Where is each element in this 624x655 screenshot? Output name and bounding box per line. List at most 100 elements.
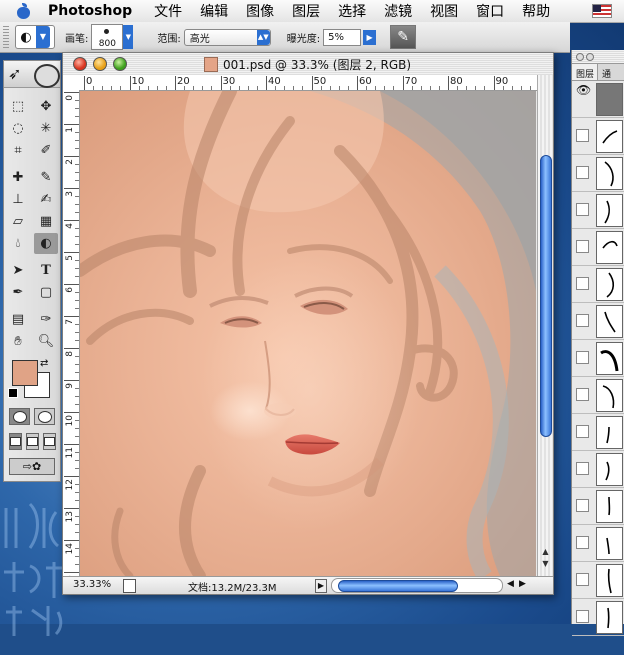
default-colors-icon[interactable] <box>8 388 18 398</box>
history-brush-tool-icon[interactable]: ✍ <box>34 189 58 210</box>
layer-thumbnail[interactable] <box>596 342 623 375</box>
zoom-level[interactable]: 33.33% <box>73 579 111 590</box>
menu-app-photoshop[interactable]: Photoshop <box>42 3 145 19</box>
layer-thumbnail[interactable] <box>596 157 623 190</box>
layers-panel-titlebar[interactable] <box>572 50 624 64</box>
scroll-down-arrow-icon[interactable]: ▼ <box>540 559 551 569</box>
menu-layer[interactable]: 图层 <box>283 1 329 21</box>
healing-brush-tool-icon[interactable]: ✚ <box>6 167 30 188</box>
scroll-right-arrow-icon[interactable]: ▶ <box>519 579 526 589</box>
layer-thumbnail[interactable] <box>596 527 623 560</box>
brush-preview[interactable]: 800 <box>91 24 124 50</box>
ruler-origin[interactable] <box>63 75 81 91</box>
layer-thumbnail[interactable] <box>596 194 623 227</box>
layer-row[interactable] <box>572 118 624 155</box>
screen-mode-full-button[interactable] <box>43 433 56 450</box>
eye-visibility-icon[interactable]: 👁︎ <box>576 83 591 97</box>
blur-tool-icon[interactable]: 💧︎ <box>6 233 30 254</box>
quick-mask-mode-button[interactable] <box>34 408 55 425</box>
layer-thumbnail[interactable] <box>596 453 623 486</box>
layer-row[interactable] <box>572 266 624 303</box>
layer-thumbnail[interactable] <box>596 268 623 301</box>
layer-visibility-checkbox[interactable] <box>576 536 589 549</box>
menu-filter[interactable]: 滤镜 <box>375 1 421 21</box>
document-info-icon[interactable] <box>123 579 136 593</box>
layer-thumbnail[interactable] <box>596 564 623 597</box>
layer-visibility-checkbox[interactable] <box>576 462 589 475</box>
layer-visibility-checkbox[interactable] <box>576 388 589 401</box>
clone-stamp-tool-icon[interactable]: ⊥ <box>6 189 30 210</box>
layer-row[interactable] <box>572 377 624 414</box>
tab-channels[interactable]: 通 <box>598 64 614 80</box>
layer-row[interactable] <box>572 340 624 377</box>
slice-tool-icon[interactable]: ✐ <box>34 140 58 161</box>
layer-visibility-checkbox[interactable] <box>576 277 589 290</box>
layer-thumbnail[interactable] <box>596 231 623 264</box>
pen-tool-icon[interactable]: ✒ <box>6 282 30 303</box>
screen-mode-standard-button[interactable] <box>9 433 22 450</box>
input-language-flag-icon[interactable] <box>592 4 612 18</box>
layer-thumbnail[interactable] <box>596 379 623 412</box>
dodge-tool-icon[interactable]: ◐ <box>34 233 58 254</box>
menu-edit[interactable]: 编辑 <box>191 1 237 21</box>
brush-picker-dropdown[interactable]: ▼ <box>123 25 134 49</box>
gradient-tool-icon[interactable]: ▦ <box>34 211 58 232</box>
close-window-button[interactable] <box>73 57 87 71</box>
layer-row[interactable]: 👁︎ <box>572 81 624 118</box>
layer-visibility-checkbox[interactable] <box>576 203 589 216</box>
layer-visibility-checkbox[interactable] <box>576 499 589 512</box>
standard-mode-button[interactable] <box>9 408 30 425</box>
marquee-tool-icon[interactable]: ⬚ <box>6 96 30 117</box>
panel-close-button[interactable] <box>576 53 584 61</box>
layer-visibility-checkbox[interactable] <box>576 351 589 364</box>
layer-visibility-checkbox[interactable] <box>576 240 589 253</box>
layer-row[interactable] <box>572 192 624 229</box>
lasso-tool-icon[interactable]: ◌ <box>6 118 30 139</box>
image-canvas[interactable] <box>80 91 536 576</box>
zoom-window-button[interactable] <box>113 57 127 71</box>
notes-tool-icon[interactable]: ▤ <box>6 309 30 330</box>
layer-visibility-checkbox[interactable] <box>576 425 589 438</box>
layer-thumbnail[interactable] <box>596 416 623 449</box>
toolbox-header[interactable]: ➶ <box>4 61 60 88</box>
layer-visibility-checkbox[interactable] <box>576 610 589 623</box>
scroll-left-arrow-icon[interactable]: ◀ <box>507 579 514 589</box>
layer-thumbnail[interactable] <box>596 305 623 338</box>
layer-row[interactable] <box>572 488 624 525</box>
layer-thumbnail[interactable] <box>596 601 623 634</box>
tool-preset-picker[interactable]: ◐ ▼ <box>15 25 55 49</box>
tab-layers[interactable]: 图层 <box>572 64 599 80</box>
layer-row[interactable] <box>572 599 624 636</box>
menu-image[interactable]: 图像 <box>237 1 283 21</box>
exposure-field[interactable]: 5% <box>323 28 362 46</box>
magic-wand-tool-icon[interactable]: ✳ <box>34 118 58 139</box>
eyedropper-tool-icon[interactable]: ✑ <box>34 309 58 330</box>
layer-visibility-checkbox[interactable] <box>576 166 589 179</box>
menu-select[interactable]: 选择 <box>329 1 375 21</box>
crop-tool-icon[interactable]: ⌗ <box>6 140 30 161</box>
options-bar-grip[interactable] <box>3 26 9 48</box>
range-select[interactable]: 高光 ▲▼ <box>183 28 271 46</box>
horizontal-scrollbar[interactable] <box>331 578 503 593</box>
exposure-slider-button[interactable]: ▶ <box>363 29 377 45</box>
menu-window[interactable]: 窗口 <box>467 1 513 21</box>
foreground-color-swatch[interactable] <box>12 360 38 386</box>
horizontal-ruler[interactable]: 010203040506070809010011 <box>80 75 540 91</box>
layer-row[interactable] <box>572 525 624 562</box>
airbrush-toggle-button[interactable]: ✎ <box>390 25 417 49</box>
layer-row[interactable] <box>572 303 624 340</box>
minimize-window-button[interactable] <box>93 57 107 71</box>
status-menu-arrow[interactable]: ▶ <box>315 579 327 593</box>
layer-row[interactable] <box>572 155 624 192</box>
brush-tool-icon[interactable]: ✎ <box>34 167 58 188</box>
horizontal-scroll-thumb[interactable] <box>338 580 458 592</box>
menu-help[interactable]: 帮助 <box>513 1 559 21</box>
document-title-bar[interactable]: 001.psd @ 33.3% (图层 2, RGB) <box>63 53 553 76</box>
jump-to-imageready-button[interactable]: ⇨✿ <box>9 458 55 475</box>
layer-row[interactable] <box>572 414 624 451</box>
menu-view[interactable]: 视图 <box>421 1 467 21</box>
scroll-up-arrow-icon[interactable]: ▲ <box>540 547 551 557</box>
eraser-tool-icon[interactable]: ▱ <box>6 211 30 232</box>
layer-visibility-checkbox[interactable] <box>576 314 589 327</box>
move-tool-icon[interactable]: ✥ <box>34 96 58 117</box>
